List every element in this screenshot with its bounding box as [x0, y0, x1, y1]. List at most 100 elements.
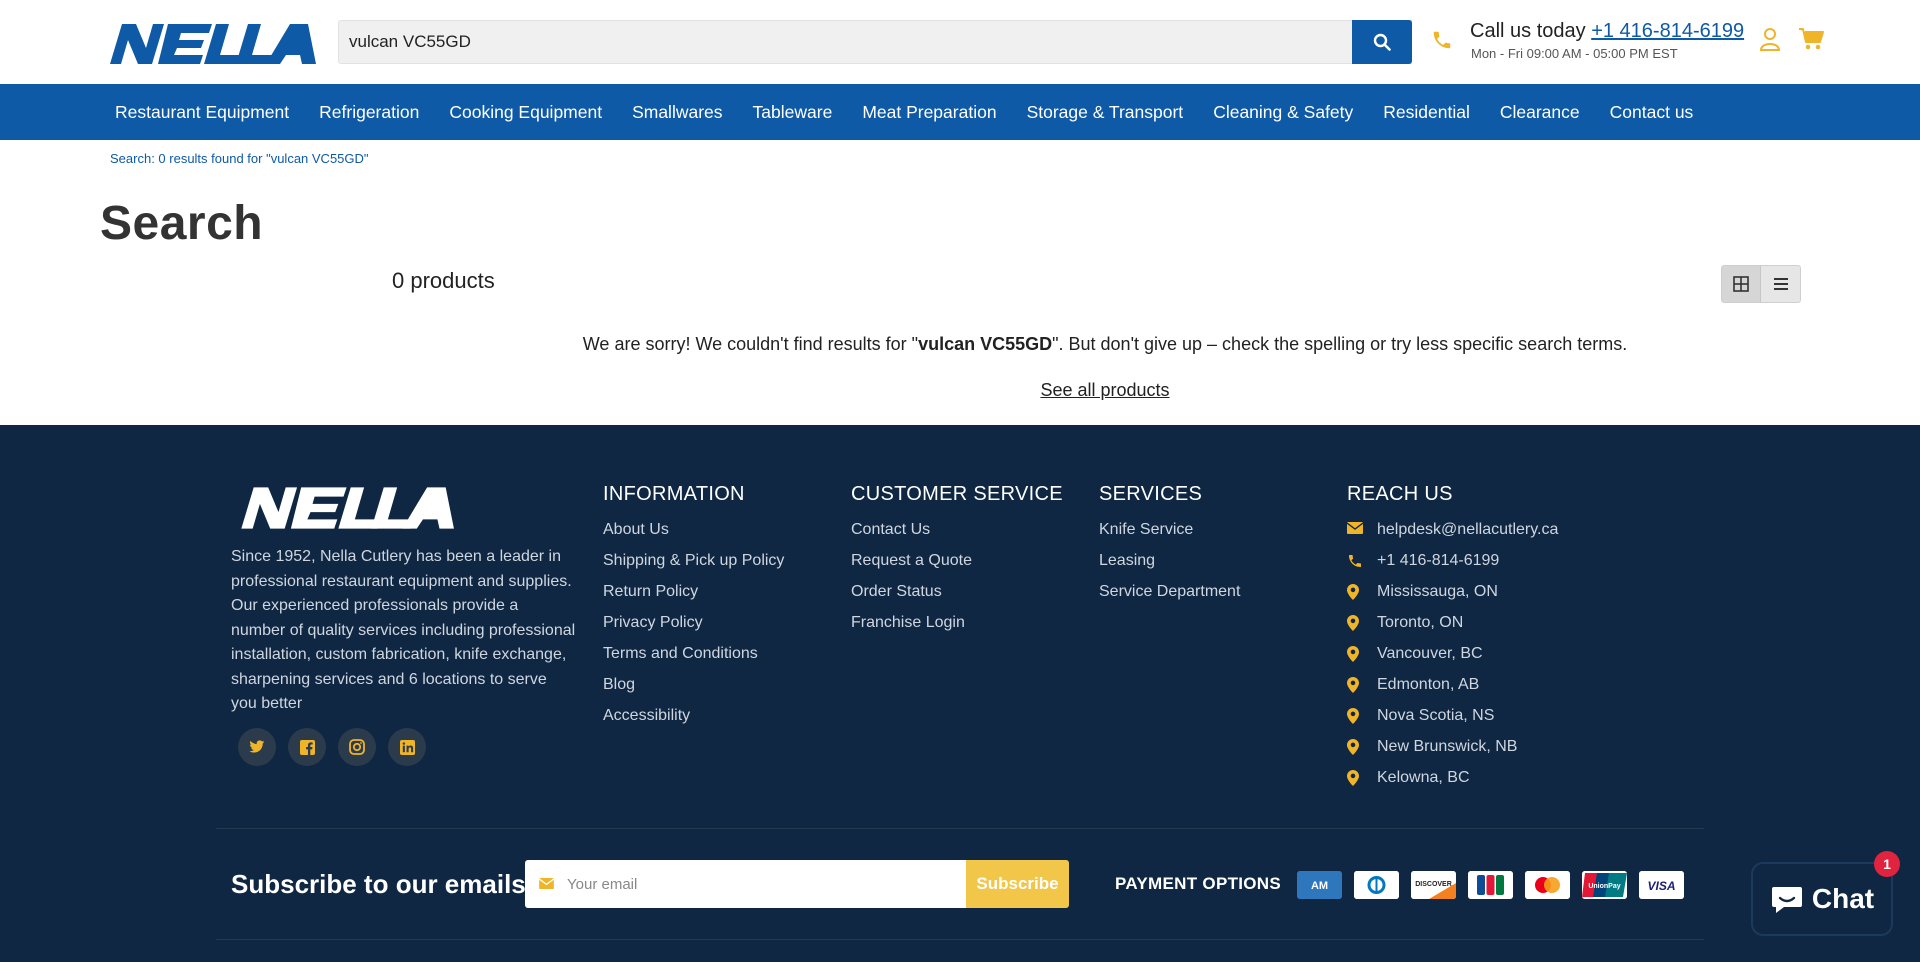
services-heading: SERVICES: [1099, 483, 1203, 505]
chat-bubble-icon: [1771, 887, 1802, 913]
phone-icon: [1347, 551, 1377, 569]
envelope-icon: [1347, 520, 1377, 534]
amex-card-icon: AM: [1297, 871, 1342, 899]
location-text: New Brunswick, NB: [1377, 738, 1518, 755]
payment-cards: AM DISCOVER UnionPay VISA: [1297, 871, 1684, 899]
svg-text:UnionPay: UnionPay: [1588, 883, 1620, 890]
search-field[interactable]: [338, 20, 1412, 64]
footer-link-leasing[interactable]: Leasing: [1099, 551, 1240, 582]
page-title: Search: [100, 197, 264, 250]
svg-text:AM: AM: [1311, 880, 1328, 892]
social-links: [238, 728, 426, 766]
footer-link-privacy-policy[interactable]: Privacy Policy: [603, 613, 784, 644]
account-icon[interactable]: [1757, 26, 1783, 52]
location-item[interactable]: Toronto, ON: [1347, 613, 1558, 644]
chat-button[interactable]: Chat: [1751, 862, 1893, 936]
information-column: INFORMATION About Us Shipping & Pick up …: [603, 483, 784, 737]
linkedin-link[interactable]: [388, 728, 426, 766]
instagram-link[interactable]: [338, 728, 376, 766]
jcb-card-icon: [1468, 871, 1513, 899]
nav-item-cleaning-safety[interactable]: Cleaning & Safety: [1198, 102, 1368, 123]
mastercard-card-icon: [1525, 871, 1570, 899]
location-text: Toronto, ON: [1377, 614, 1464, 631]
nav-item-tableware[interactable]: Tableware: [738, 102, 848, 123]
customer-service-column: CUSTOMER SERVICE Contact Us Request a Qu…: [851, 483, 1063, 644]
nav-item-smallwares[interactable]: Smallwares: [617, 102, 737, 123]
nav-item-refrigeration[interactable]: Refrigeration: [304, 102, 434, 123]
facebook-link[interactable]: [288, 728, 326, 766]
list-view-button[interactable]: [1761, 266, 1800, 302]
nav-item-contact-us[interactable]: Contact us: [1595, 102, 1709, 123]
footer-nella-logo[interactable]: [231, 485, 456, 531]
footer-link-order-status[interactable]: Order Status: [851, 582, 1063, 613]
map-pin-icon: [1347, 613, 1377, 631]
email-input[interactable]: [567, 860, 957, 908]
nella-logo[interactable]: [100, 22, 318, 66]
location-text: Nova Scotia, NS: [1377, 707, 1495, 724]
twitter-link[interactable]: [238, 728, 276, 766]
instagram-icon: [349, 739, 365, 755]
location-item[interactable]: Nova Scotia, NS: [1347, 706, 1558, 737]
no-results-message: We are sorry! We couldn't find results f…: [0, 334, 1920, 355]
footer-link-service-department[interactable]: Service Department: [1099, 582, 1240, 613]
location-text: Mississauga, ON: [1377, 583, 1498, 600]
footer-link-about-us[interactable]: About Us: [603, 520, 784, 551]
footer-link-shipping-policy[interactable]: Shipping & Pick up Policy: [603, 551, 784, 582]
nav-item-cooking-equipment[interactable]: Cooking Equipment: [434, 102, 617, 123]
location-item[interactable]: New Brunswick, NB: [1347, 737, 1558, 768]
nav-list: Restaurant Equipment Refrigeration Cooki…: [100, 84, 1708, 140]
footer-link-request-quote[interactable]: Request a Quote: [851, 551, 1063, 582]
search-input[interactable]: [339, 21, 1411, 63]
nav-item-residential[interactable]: Residential: [1368, 102, 1485, 123]
no-results-post: ". But don't give up – check the spellin…: [1052, 334, 1628, 354]
location-item[interactable]: Mississauga, ON: [1347, 582, 1558, 613]
footer-link-accessibility[interactable]: Accessibility: [603, 706, 784, 737]
nav-item-restaurant-equipment[interactable]: Restaurant Equipment: [100, 102, 304, 123]
reach-phone[interactable]: +1 416-814-6199: [1347, 551, 1558, 582]
footer-divider: [216, 939, 1704, 940]
footer-about-text: Since 1952, Nella Cutlery has been a lea…: [231, 548, 576, 712]
location-text: Vancouver, BC: [1377, 645, 1483, 662]
footer-link-contact-us[interactable]: Contact Us: [851, 520, 1063, 551]
location-item[interactable]: Kelowna, BC: [1347, 768, 1558, 799]
email-field[interactable]: [525, 860, 968, 908]
phone-link[interactable]: +1 416-814-6199: [1591, 20, 1744, 42]
subscribe-button[interactable]: Subscribe: [966, 860, 1069, 908]
business-hours: Mon - Fri 09:00 AM - 05:00 PM EST: [1471, 46, 1678, 61]
linkedin-icon: [399, 739, 415, 755]
information-heading: INFORMATION: [603, 483, 745, 505]
nav-item-clearance[interactable]: Clearance: [1485, 102, 1595, 123]
list-icon: [1773, 278, 1788, 290]
nav-item-meat-preparation[interactable]: Meat Preparation: [847, 102, 1011, 123]
subscribe-heading: Subscribe to our emails: [231, 869, 526, 899]
chat-label: Chat: [1811, 883, 1875, 914]
footer-link-franchise-login[interactable]: Franchise Login: [851, 613, 1063, 644]
customer-service-heading: CUSTOMER SERVICE: [851, 483, 1063, 505]
call-us-text: Call us today +1 416-814-6199: [1470, 20, 1744, 43]
see-all-products-link[interactable]: See all products: [0, 380, 1920, 401]
svg-text:DISCOVER: DISCOVER: [1415, 881, 1452, 888]
reach-phone-text: +1 416-814-6199: [1377, 552, 1500, 569]
map-pin-icon: [1347, 737, 1377, 755]
nav-item-storage-transport[interactable]: Storage & Transport: [1012, 102, 1199, 123]
location-text: Edmonton, AB: [1377, 676, 1480, 693]
location-item[interactable]: Vancouver, BC: [1347, 644, 1558, 675]
map-pin-icon: [1347, 768, 1377, 786]
location-item[interactable]: Edmonton, AB: [1347, 675, 1558, 706]
twitter-icon: [249, 740, 265, 753]
footer-divider: [216, 828, 1704, 829]
header: Call us today +1 416-814-6199 Mon - Fri …: [0, 0, 1920, 84]
search-button[interactable]: [1352, 20, 1412, 64]
footer-link-blog[interactable]: Blog: [603, 675, 784, 706]
footer-link-terms[interactable]: Terms and Conditions: [603, 644, 784, 675]
cart-icon[interactable]: [1798, 26, 1826, 52]
footer-link-knife-service[interactable]: Knife Service: [1099, 520, 1240, 551]
grid-view-button[interactable]: [1722, 266, 1762, 302]
map-pin-icon: [1347, 675, 1377, 693]
payment-options-label: PAYMENT OPTIONS: [1115, 874, 1282, 893]
reach-us-column: REACH US helpdesk@nellacutlery.ca +1 416…: [1347, 483, 1558, 799]
footer-link-return-policy[interactable]: Return Policy: [603, 582, 784, 613]
reach-us-heading: REACH US: [1347, 483, 1453, 505]
map-pin-icon: [1347, 582, 1377, 600]
reach-email[interactable]: helpdesk@nellacutlery.ca: [1347, 520, 1558, 551]
